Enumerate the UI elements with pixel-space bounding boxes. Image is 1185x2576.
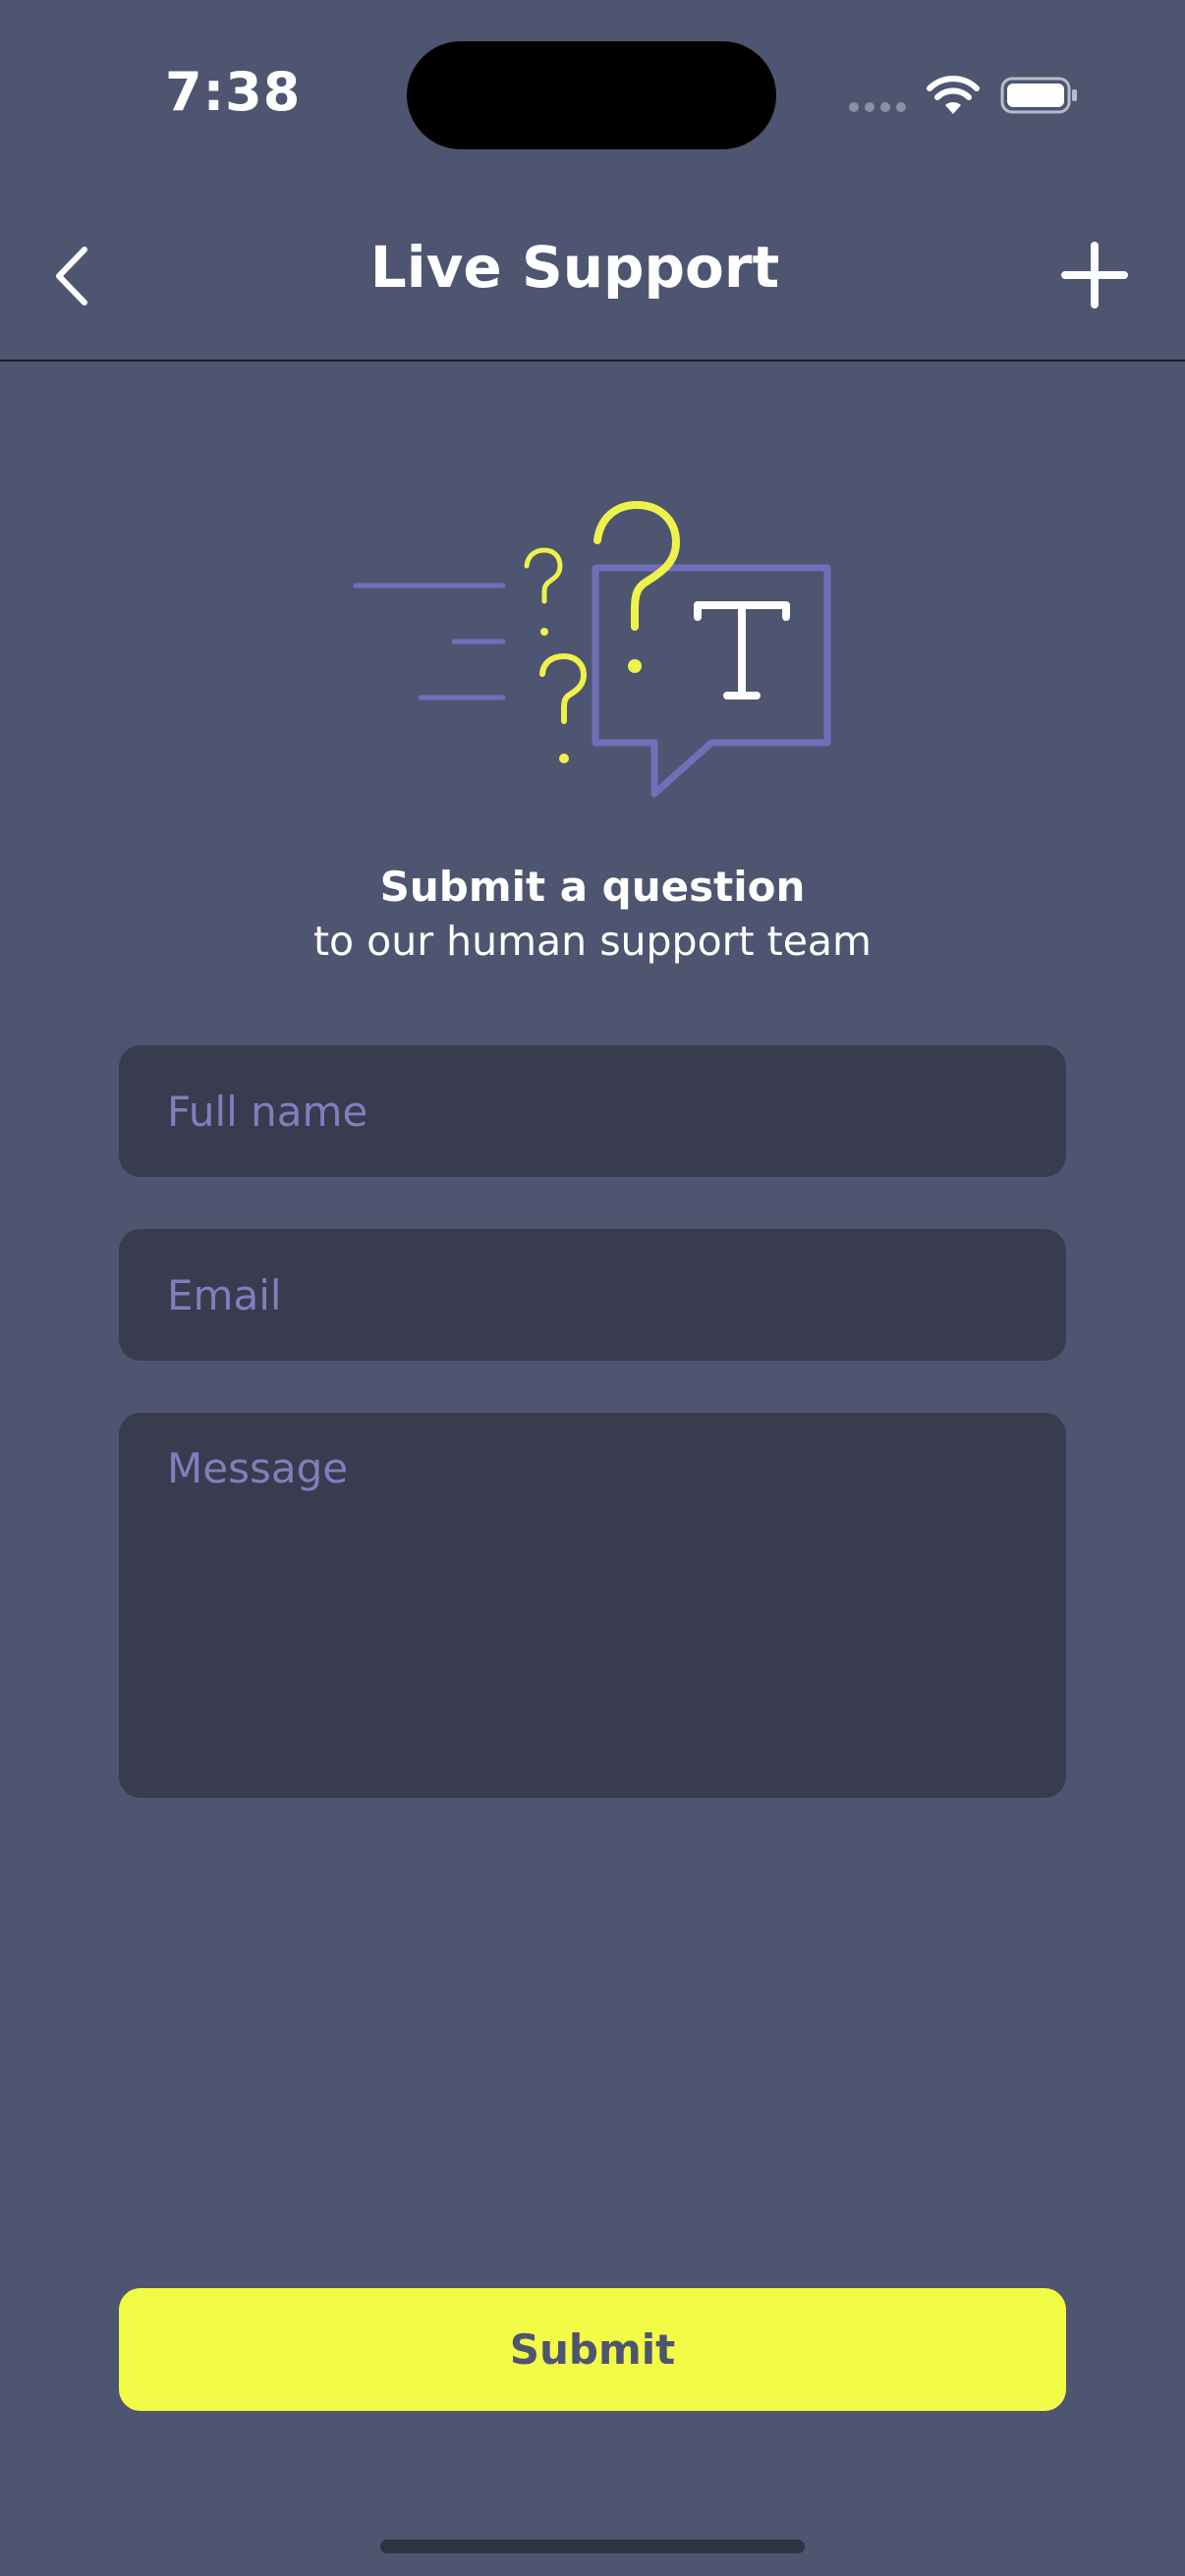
- home-indicator: [380, 2540, 805, 2553]
- battery-icon: [1000, 77, 1077, 114]
- submit-button[interactable]: Submit: [119, 2288, 1066, 2411]
- dynamic-island: [407, 41, 776, 149]
- page-title: Live Support: [369, 234, 780, 301]
- navigation-bar: Live Support: [0, 196, 1185, 362]
- plus-icon: [1061, 242, 1128, 308]
- add-button[interactable]: [1055, 236, 1134, 314]
- cellular-signal-icon: [849, 102, 906, 112]
- full-name-input[interactable]: [119, 1045, 1066, 1177]
- form-subheading: to our human support team: [312, 918, 872, 965]
- message-textarea[interactable]: [119, 1413, 1066, 1798]
- status-time: 7:38: [165, 61, 302, 123]
- wifi-icon: [927, 76, 980, 114]
- form-heading: Submit a question: [379, 863, 806, 911]
- email-input[interactable]: [119, 1229, 1066, 1361]
- question-chat-illustration-icon: [353, 500, 831, 798]
- live-support-screen: 7:38 Live Support Submit a question to o…: [0, 0, 1185, 2576]
